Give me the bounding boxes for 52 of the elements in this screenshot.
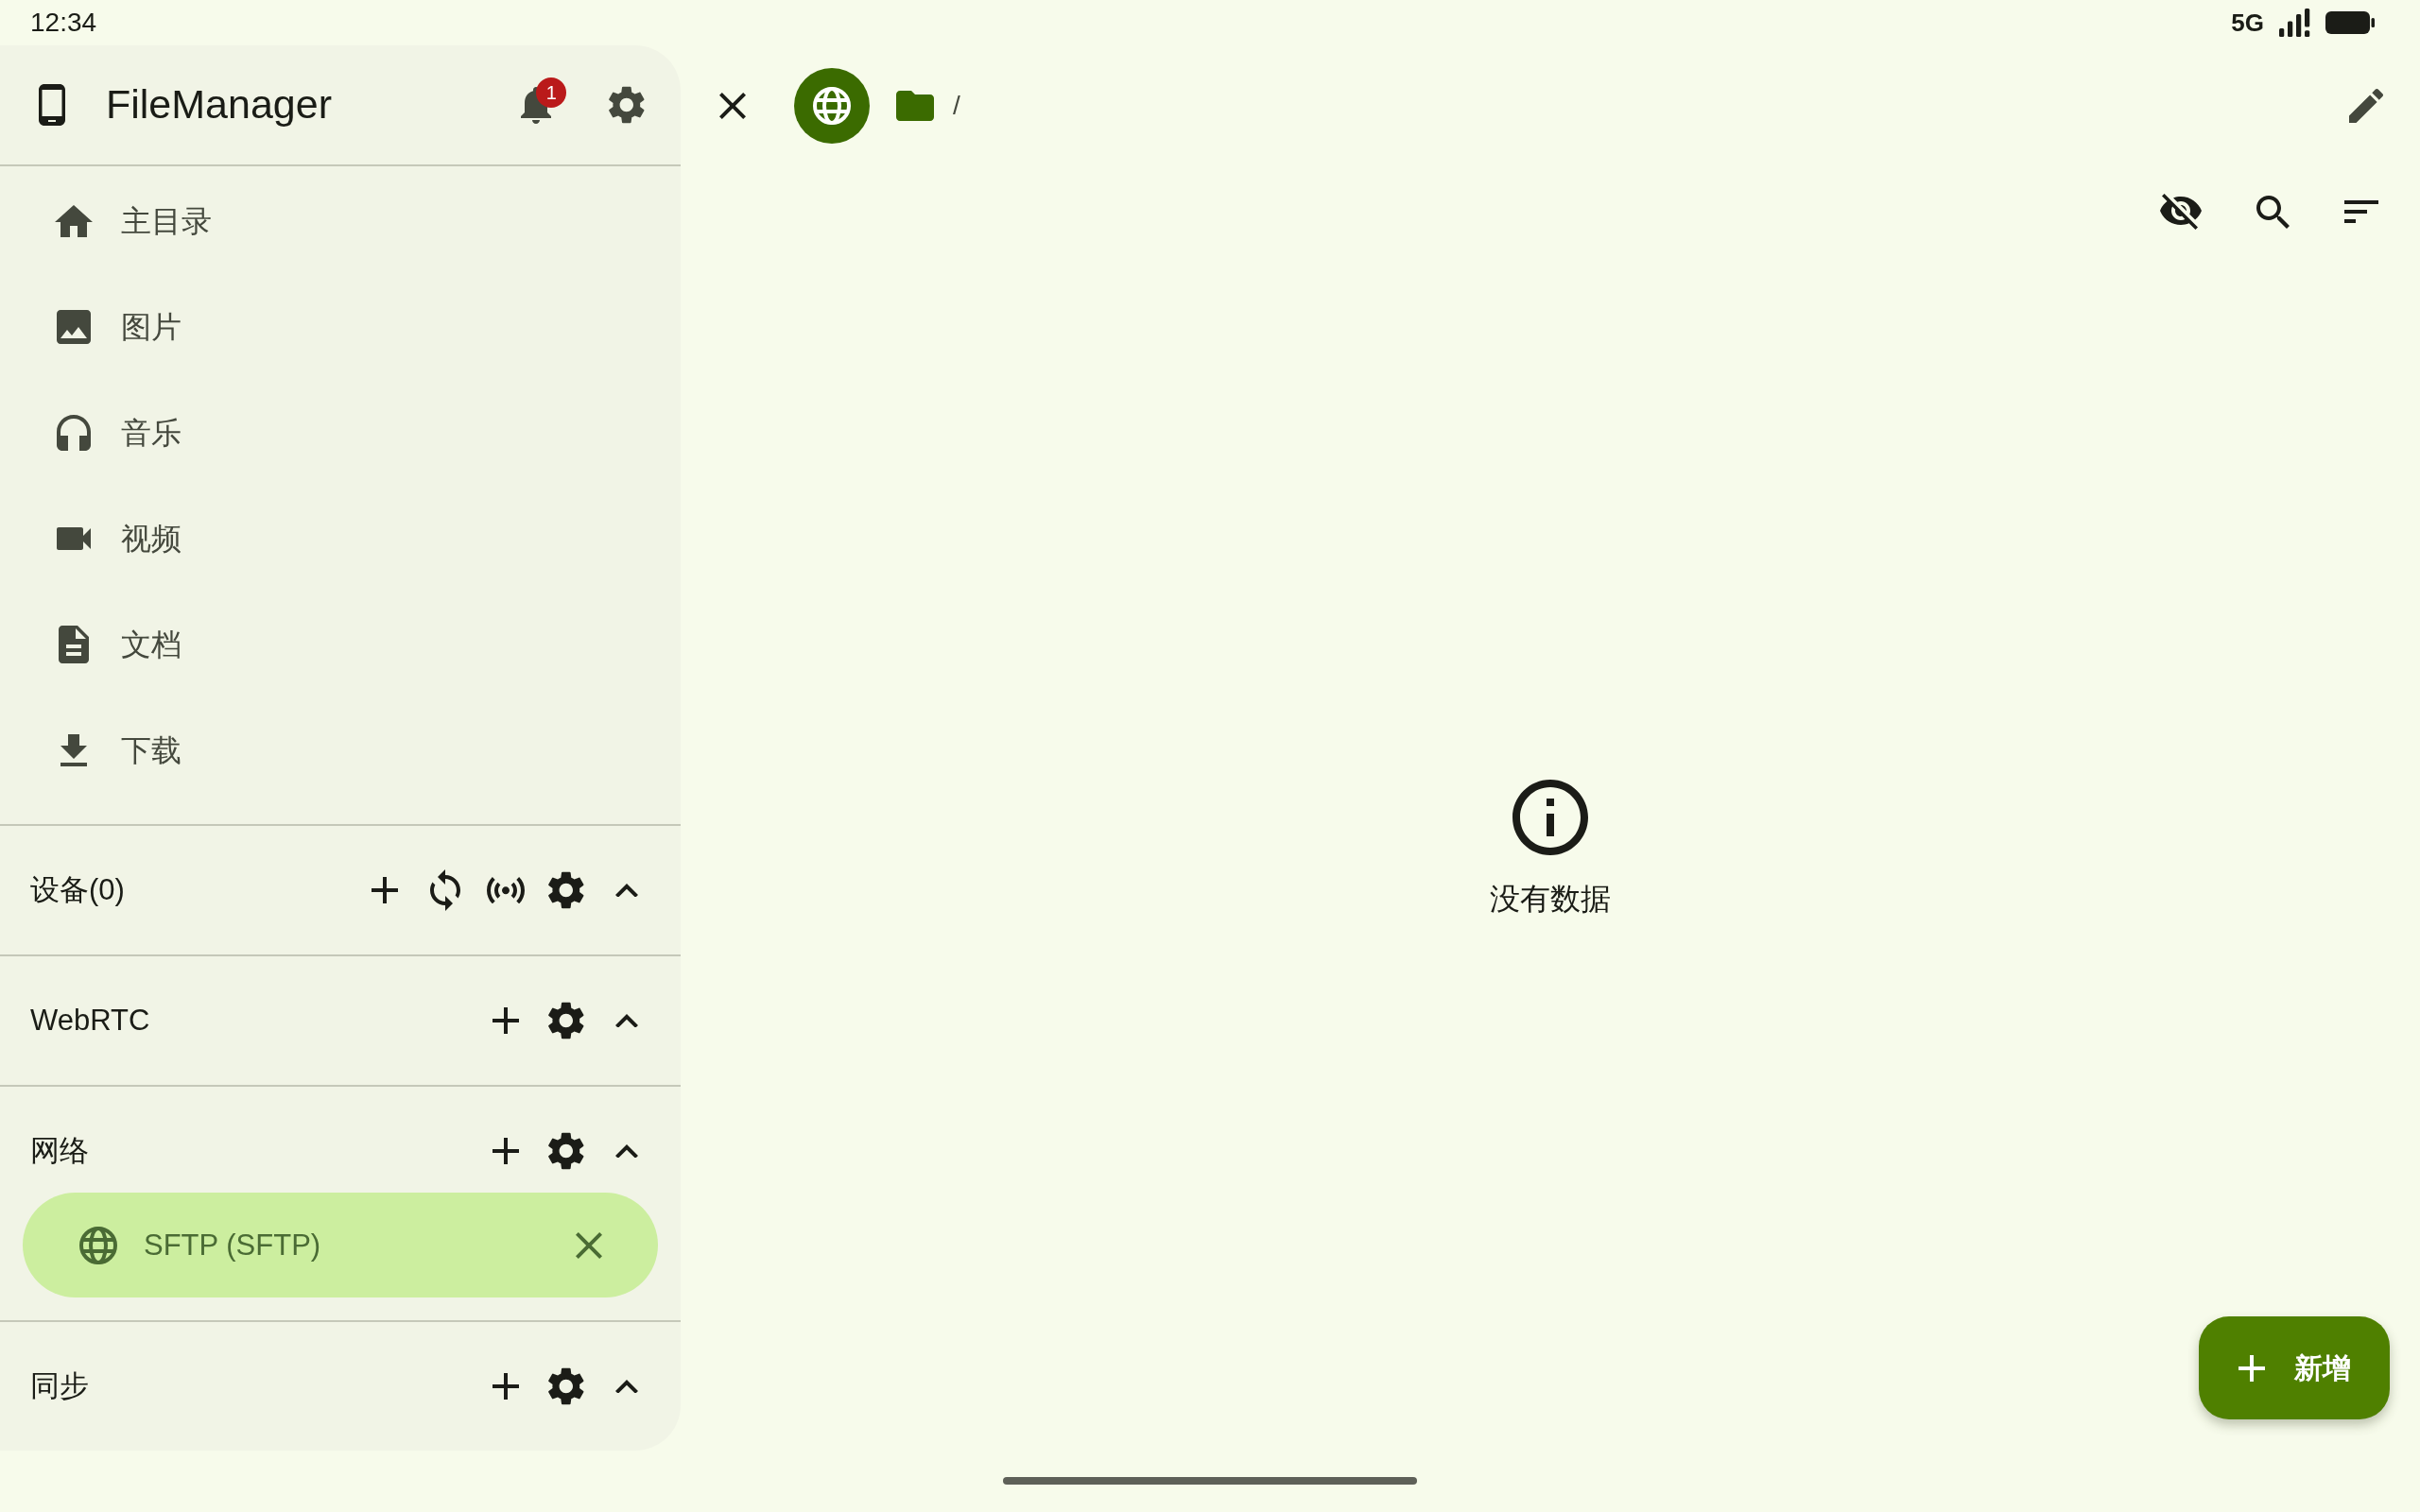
empty-message: 没有数据 [1490, 881, 1611, 919]
app-title: FileManager [106, 82, 333, 128]
section-title: 设备(0) [30, 872, 126, 908]
video-camera-icon [57, 527, 91, 550]
document-icon [59, 626, 89, 663]
add-icon[interactable] [493, 1007, 519, 1034]
chevron-up-icon[interactable] [615, 883, 638, 898]
sort-icon[interactable] [2344, 200, 2378, 223]
chevron-up-icon[interactable] [615, 1379, 638, 1394]
pencil-icon[interactable] [2349, 89, 2383, 123]
search-icon[interactable] [2256, 195, 2290, 229]
info-icon [1512, 780, 1588, 856]
sidebar-item[interactable]: 下载 [0, 697, 681, 803]
image-icon [57, 310, 91, 344]
add-icon[interactable] [493, 1373, 519, 1400]
add-button[interactable]: 新增 [2199, 1316, 2390, 1419]
connection-item[interactable]: SFTP (SFTP) [23, 1193, 658, 1297]
broadcast-icon[interactable] [487, 876, 525, 904]
settings-icon[interactable] [548, 1367, 584, 1405]
battery-icon [2325, 11, 2375, 34]
sidebar-item[interactable]: 主目录 [0, 168, 681, 274]
download-icon [60, 734, 87, 766]
sidebar-item[interactable]: 音乐 [0, 380, 681, 486]
chevron-up-icon[interactable] [615, 1013, 638, 1028]
add-icon[interactable] [493, 1138, 519, 1164]
home-icon [55, 205, 93, 237]
sidebar-item[interactable]: 视频 [0, 486, 681, 592]
notification-badge: 1 [536, 77, 567, 108]
plus-icon [2238, 1354, 2265, 1382]
sidebar-item[interactable]: 图片 [0, 274, 681, 380]
chevron-up-icon[interactable] [615, 1143, 638, 1159]
section-title: 同步 [30, 1368, 90, 1404]
add-icon[interactable] [372, 877, 398, 903]
settings-icon[interactable] [548, 1002, 584, 1040]
globe-icon [813, 87, 851, 125]
folder-icon[interactable] [896, 91, 934, 121]
signal-icon [2279, 9, 2310, 37]
status-time: 12:34 [30, 9, 97, 36]
sync-icon[interactable] [430, 869, 460, 911]
headphones-icon [57, 415, 91, 451]
eye-slash-icon[interactable] [2160, 194, 2202, 230]
globe-icon [79, 1226, 117, 1264]
settings-icon[interactable] [548, 1132, 584, 1170]
phone-icon [39, 84, 65, 126]
settings-icon[interactable] [548, 871, 584, 909]
close-icon[interactable] [719, 93, 746, 119]
path-label[interactable]: / [953, 90, 2349, 122]
network-label: 5G [2231, 10, 2264, 35]
sidebar-item[interactable]: 文档 [0, 592, 681, 697]
section-title: 网络 [30, 1133, 90, 1169]
section-title: WebRTC [30, 1003, 151, 1039]
settings-icon[interactable] [609, 86, 645, 124]
